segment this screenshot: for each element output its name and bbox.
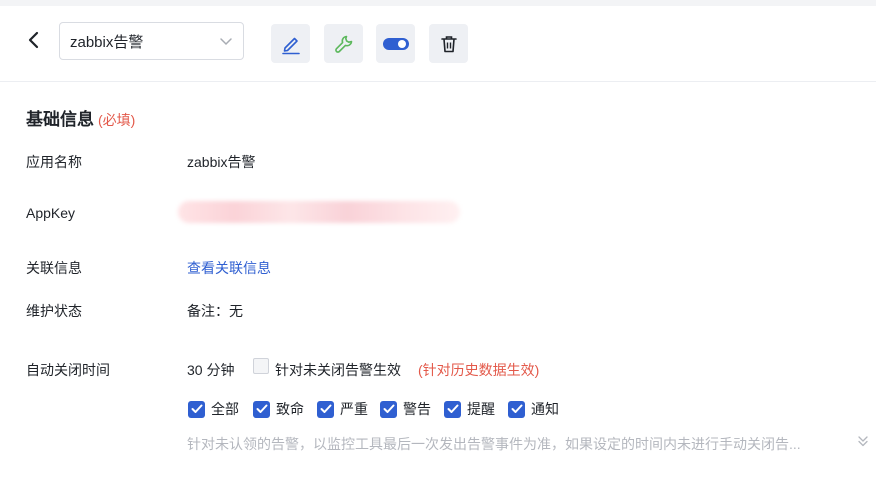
severity-checkbox-critical[interactable]: 严重 — [317, 400, 368, 418]
app-name-label: 应用名称 — [26, 154, 82, 170]
severity-label: 警告 — [403, 401, 431, 417]
view-related-info-link[interactable]: 查看关联信息 — [187, 258, 271, 278]
edit-pen-icon — [281, 37, 300, 54]
edit-button[interactable] — [271, 24, 310, 63]
severity-checkbox-reminder[interactable]: 提醒 — [444, 400, 495, 418]
unclosed-alert-checkbox-label: 针对未关闭告警生效 — [275, 362, 401, 378]
section-title-text: 基础信息 — [26, 110, 94, 129]
history-data-note: (针对历史数据生效) — [418, 362, 540, 378]
severity-label: 严重 — [340, 401, 368, 417]
checkbox-checked-icon — [188, 400, 205, 418]
checkbox-checked-icon — [508, 400, 525, 418]
auto-close-time-label: 自动关闭时间 — [26, 362, 110, 378]
maintenance-status-value: 备注：无 — [187, 303, 243, 319]
section-title: 基础信息 (必填) — [26, 105, 135, 130]
wrench-icon — [334, 35, 352, 53]
checkbox-checked-icon — [317, 400, 334, 418]
severity-checkbox-all[interactable]: 全部 — [188, 400, 239, 418]
trash-icon — [440, 35, 457, 52]
top-toolbar: zabbix告警 — [0, 6, 876, 82]
maintenance-status-label: 维护状态 — [26, 303, 82, 319]
checkbox-checked-icon — [444, 400, 461, 418]
app-name-value: zabbix告警 — [187, 154, 256, 170]
double-chevron-down-icon — [858, 436, 868, 447]
page-frame: zabbix告警 基础信息 (必填) 应用名称 zabbix告警 AppKey … — [0, 6, 876, 479]
back-button[interactable] — [22, 28, 46, 52]
chevron-down-icon — [220, 38, 232, 46]
unclosed-alert-checkbox[interactable] — [253, 358, 269, 374]
expand-hint-button[interactable] — [857, 434, 869, 453]
severity-checkbox-fatal[interactable]: 致命 — [253, 400, 304, 418]
checkbox-checked-icon — [380, 400, 397, 418]
appkey-label: AppKey — [26, 205, 76, 221]
enable-toggle-button[interactable] — [376, 24, 415, 63]
back-arrow-icon — [28, 31, 39, 49]
auto-close-time-value: 30 分钟 — [187, 362, 235, 378]
severity-checkbox-warning[interactable]: 警告 — [380, 400, 431, 418]
severity-label: 全部 — [211, 401, 239, 417]
severity-label: 通知 — [531, 401, 559, 417]
required-note: (必填) — [98, 112, 136, 128]
severity-label: 提醒 — [467, 401, 495, 417]
app-select[interactable]: zabbix告警 — [59, 22, 244, 60]
app-select-value: zabbix告警 — [70, 33, 144, 51]
severity-checkbox-notice[interactable]: 通知 — [508, 400, 559, 418]
auto-close-hint: 针对未认领的告警，以监控工具最后一次发出告警事件为准，如果设定的时间内未进行手动… — [187, 436, 801, 452]
severity-label: 致命 — [276, 401, 304, 417]
appkey-value-redacted — [178, 201, 460, 223]
related-info-label: 关联信息 — [26, 260, 82, 276]
checkbox-checked-icon — [253, 400, 270, 418]
delete-button[interactable] — [429, 24, 468, 63]
toggle-icon — [382, 37, 409, 50]
settings-button[interactable] — [324, 24, 363, 63]
